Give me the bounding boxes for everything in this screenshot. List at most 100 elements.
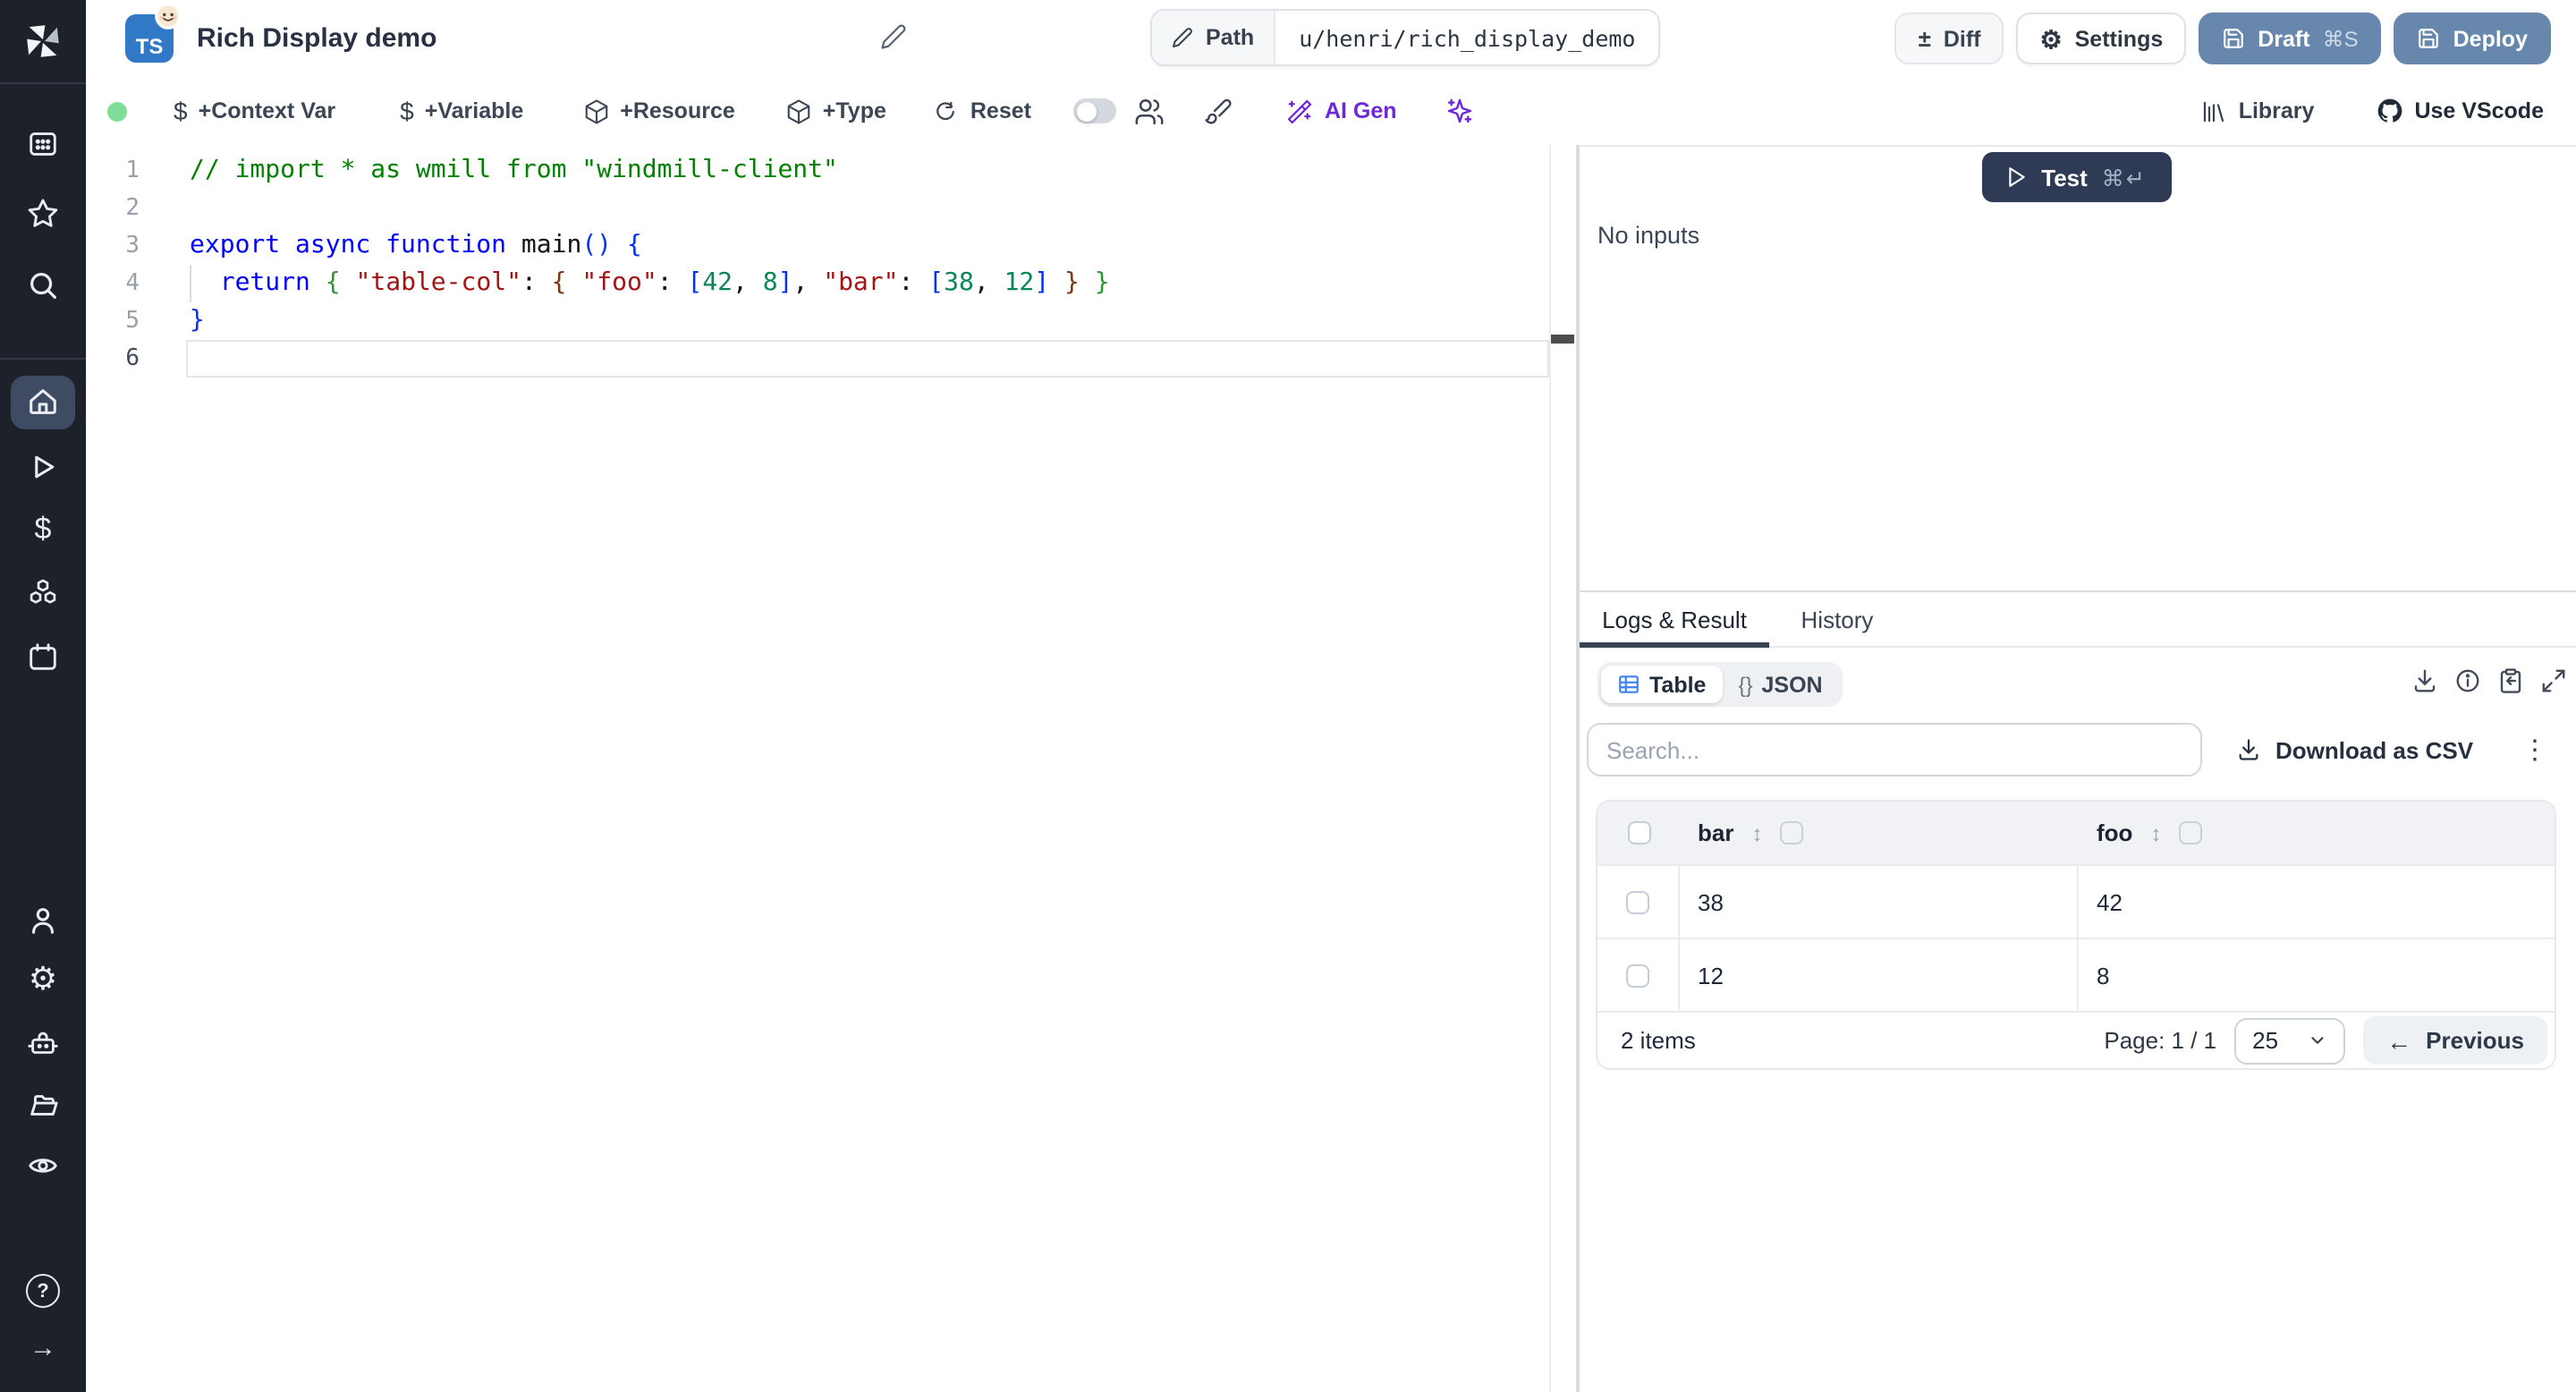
test-label: Test bbox=[2041, 164, 2088, 191]
sidebar-item-runs[interactable] bbox=[27, 451, 59, 483]
gear-icon: ⚙ bbox=[2039, 24, 2063, 53]
column-header-bar[interactable]: bar bbox=[1698, 819, 1733, 846]
sidebar-item-variables[interactable]: $ bbox=[35, 514, 52, 544]
sidebar-expand-icon[interactable]: → bbox=[30, 1335, 56, 1362]
download-csv-button[interactable]: Download as CSV bbox=[2236, 723, 2473, 777]
search-input[interactable] bbox=[1587, 723, 2202, 777]
column-toggle-foo[interactable] bbox=[2179, 821, 2203, 845]
items-count: 2 items bbox=[1621, 1027, 1696, 1055]
tab-logs-result[interactable]: Logs & Result bbox=[1580, 592, 1769, 646]
page-size-value: 25 bbox=[2252, 1027, 2279, 1055]
sparkles-icon[interactable] bbox=[1445, 97, 1474, 125]
sidebar-item-help[interactable]: ? bbox=[26, 1274, 60, 1308]
package-icon bbox=[584, 98, 607, 123]
indent-guide bbox=[190, 265, 191, 302]
deploy-button[interactable]: Deploy bbox=[2394, 13, 2551, 64]
table-cell: 42 bbox=[2097, 888, 2123, 916]
pencil-icon bbox=[1173, 28, 1192, 47]
table-menu-icon[interactable]: ⋮ bbox=[2521, 723, 2548, 777]
download-csv-label: Download as CSV bbox=[2275, 736, 2474, 763]
test-button[interactable]: Test ⌘↵ bbox=[1982, 152, 2172, 202]
diff-mode-toggle[interactable] bbox=[1073, 98, 1117, 123]
sidebar-item-settings[interactable]: ⚙ bbox=[29, 963, 57, 995]
ai-gen-label: AI Gen bbox=[1324, 98, 1397, 123]
home-icon[interactable] bbox=[26, 385, 60, 419]
add-variable-label: +Variable bbox=[424, 98, 524, 123]
path-label: Path bbox=[1206, 25, 1255, 50]
previous-page-button[interactable]: ← Previous bbox=[2363, 1016, 2547, 1065]
view-json-label: JSON bbox=[1761, 672, 1823, 697]
edit-title-icon[interactable] bbox=[880, 23, 907, 50]
save-icon bbox=[2419, 29, 2439, 48]
windmill-script-editor: $ ⚙ ? → TS Rich Display demo Path u/henr… bbox=[0, 0, 2576, 1392]
add-resource-label: +Resource bbox=[620, 98, 735, 123]
column-toggle-bar[interactable] bbox=[1780, 821, 1804, 845]
table-row: 38 42 bbox=[1597, 864, 2555, 938]
diff-label: Diff bbox=[1943, 26, 1981, 51]
view-table-button[interactable]: Table bbox=[1601, 666, 1723, 703]
current-line-highlight bbox=[186, 340, 1549, 378]
sidebar-divider bbox=[0, 82, 86, 84]
table-icon bbox=[1619, 675, 1639, 693]
overview-ruler bbox=[1549, 145, 1551, 1392]
download-result-icon[interactable] bbox=[2411, 667, 2438, 694]
use-vscode-button[interactable]: Use VScode bbox=[2375, 97, 2544, 125]
overview-ruler-cursor bbox=[1551, 335, 1574, 344]
package-icon bbox=[787, 98, 810, 123]
add-resource-button[interactable]: +Resource bbox=[582, 98, 735, 124]
column-header-foo[interactable]: foo bbox=[2097, 819, 2132, 846]
test-shortcut: ⌘↵ bbox=[2101, 166, 2147, 191]
add-type-button[interactable]: +Type bbox=[785, 98, 886, 124]
sidebar-item-search[interactable] bbox=[26, 268, 60, 302]
settings-button[interactable]: ⚙ Settings bbox=[2016, 13, 2187, 64]
sort-icon[interactable]: ↕ bbox=[2150, 820, 2161, 845]
language-badge: TS bbox=[125, 3, 182, 63]
dollar-icon: $ bbox=[400, 97, 414, 125]
row-checkbox[interactable] bbox=[1626, 890, 1649, 914]
sidebar-item-workers[interactable] bbox=[26, 1027, 60, 1061]
page-size-select[interactable]: 25 bbox=[2234, 1017, 2346, 1065]
info-icon[interactable] bbox=[2454, 667, 2481, 694]
multiplayer-icon[interactable] bbox=[1135, 96, 1165, 126]
add-context-var-button[interactable]: $ +Context Var bbox=[174, 97, 335, 125]
result-table-body: 38 42 12 8 bbox=[1597, 864, 2555, 1012]
windmill-logo-icon[interactable] bbox=[21, 20, 64, 63]
diff-icon: ± bbox=[1918, 25, 1931, 52]
library-button[interactable]: Library bbox=[2201, 98, 2315, 124]
active-tab-underline bbox=[1580, 642, 1769, 648]
sidebar-item-favorites[interactable] bbox=[26, 197, 60, 231]
sidebar-item-schedules[interactable] bbox=[26, 641, 60, 675]
tab-history[interactable]: History bbox=[1769, 592, 1905, 646]
view-json-button[interactable]: {} JSON bbox=[1722, 666, 1838, 703]
copy-to-clipboard-icon[interactable] bbox=[2497, 667, 2524, 694]
sidebar: $ ⚙ ? → bbox=[0, 0, 86, 1392]
select-all-checkbox[interactable] bbox=[1627, 821, 1650, 845]
dollar-icon: $ bbox=[174, 97, 188, 125]
reset-icon bbox=[937, 100, 955, 120]
path-field[interactable]: Path u/henri/rich_display_demo bbox=[1150, 9, 1661, 66]
table-cell: 12 bbox=[1680, 939, 2079, 1012]
panel-resize-handle[interactable] bbox=[1576, 145, 1580, 1392]
add-variable-button[interactable]: $ +Variable bbox=[400, 97, 523, 125]
sidebar-item-apps[interactable] bbox=[26, 127, 60, 161]
ai-gen-button[interactable]: AI Gen bbox=[1287, 98, 1397, 124]
diff-button[interactable]: ± Diff bbox=[1894, 13, 2004, 64]
sidebar-item-resources[interactable] bbox=[26, 576, 60, 610]
table-header: bar ↕ foo ↕ bbox=[1597, 802, 2555, 865]
sort-icon[interactable]: ↕ bbox=[1751, 820, 1762, 845]
expand-icon[interactable] bbox=[2540, 667, 2567, 694]
download-icon bbox=[2239, 739, 2258, 760]
sidebar-item-user[interactable] bbox=[26, 904, 60, 938]
library-label: Library bbox=[2238, 98, 2315, 123]
row-checkbox[interactable] bbox=[1626, 963, 1649, 988]
sidebar-item-folders[interactable] bbox=[26, 1088, 60, 1122]
format-code-icon[interactable] bbox=[1205, 97, 1233, 125]
draft-button[interactable]: Draft ⌘S bbox=[2199, 13, 2382, 64]
view-table-label: Table bbox=[1649, 672, 1707, 697]
wand-icon bbox=[1288, 98, 1313, 123]
use-vscode-label: Use VScode bbox=[2414, 98, 2544, 123]
result-tabs: Logs & Result History bbox=[1580, 592, 2576, 648]
github-icon bbox=[2377, 98, 2402, 123]
reset-button[interactable]: Reset bbox=[933, 98, 1031, 124]
sidebar-item-audit-logs[interactable] bbox=[26, 1149, 60, 1183]
